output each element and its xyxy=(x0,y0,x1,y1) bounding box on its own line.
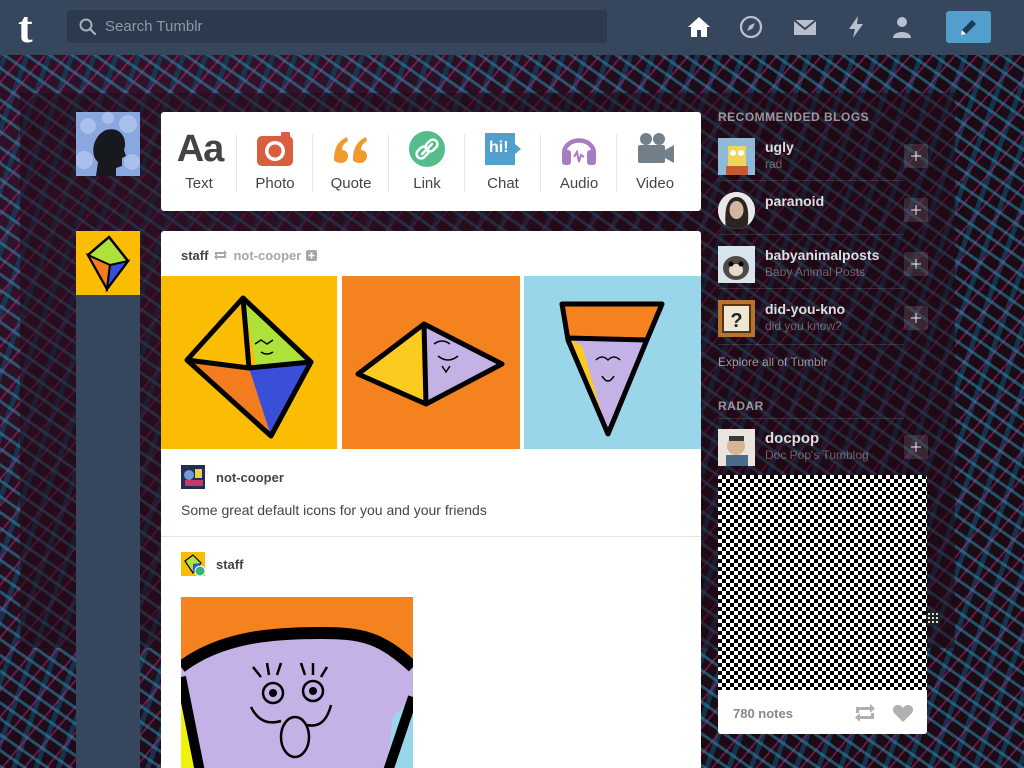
camera-icon xyxy=(257,132,293,166)
recommended-blog-item[interactable]: ? did-you-kno did you know? xyxy=(718,296,928,342)
post-text-button[interactable]: Aa Text xyxy=(161,112,237,211)
notes-count[interactable]: 780 notes xyxy=(733,706,793,721)
post-body-text: Some great default icons for you and you… xyxy=(181,502,487,518)
post-chat-button[interactable]: hi! Chat xyxy=(465,112,541,211)
staff-mini-avatar[interactable] xyxy=(181,552,205,576)
sidebar-divider xyxy=(718,418,904,419)
ugly-avatar xyxy=(718,138,755,175)
explore-icon[interactable] xyxy=(739,15,763,39)
follow-plus-icon[interactable] xyxy=(904,144,928,168)
top-navigation-bar: t xyxy=(0,0,1024,55)
sidebar-divider xyxy=(718,180,904,181)
photoset-image[interactable] xyxy=(161,276,337,449)
tumblr-logo[interactable]: t xyxy=(18,6,48,50)
sidebar-divider xyxy=(718,234,904,235)
explore-all-link[interactable]: Explore all of Tumblr xyxy=(718,355,827,369)
radar-title: RADAR xyxy=(718,399,764,413)
original-username[interactable]: staff xyxy=(216,557,243,572)
post-photo-button[interactable]: Photo xyxy=(237,112,313,211)
post-audio-button[interactable]: Audio xyxy=(541,112,617,211)
headphones-icon xyxy=(561,138,597,165)
reblog-icon xyxy=(214,250,228,260)
inbox-icon[interactable] xyxy=(793,15,817,39)
sidebar-divider xyxy=(718,344,904,345)
svg-text:?: ? xyxy=(730,310,742,332)
radar-post-card: 780 notes xyxy=(718,475,927,734)
chat-icon: hi! xyxy=(483,130,523,168)
user-avatar[interactable] xyxy=(76,112,140,176)
post-header: staff not-cooper xyxy=(181,247,318,263)
home-icon[interactable] xyxy=(687,15,711,39)
lightbox-grid-icon[interactable] xyxy=(926,611,940,625)
follow-plus-icon[interactable] xyxy=(904,252,928,276)
paranoid-avatar xyxy=(718,192,755,229)
pencil-icon xyxy=(961,20,976,35)
not-cooper-avatar[interactable] xyxy=(181,465,205,489)
search-input[interactable] xyxy=(105,10,595,43)
recommended-blogs-title: RECOMMENDED BLOGS xyxy=(718,110,870,124)
activity-icon[interactable] xyxy=(844,15,868,39)
dashboard-post: staff not-cooper not-cooper Some great d… xyxy=(161,231,701,768)
reblog-icon[interactable] xyxy=(854,703,876,723)
text-icon: Aa xyxy=(176,128,225,170)
photoset-image[interactable] xyxy=(342,276,520,449)
heart-icon[interactable] xyxy=(892,703,914,723)
reblog-username[interactable]: not-cooper xyxy=(216,470,284,485)
radar-post-image[interactable] xyxy=(718,475,927,690)
radar-blog-item[interactable]: docpop Doc Pop's Tumblog xyxy=(718,425,928,471)
follow-plus-icon[interactable] xyxy=(904,306,928,330)
post-image[interactable] xyxy=(181,597,413,768)
recommended-blog-item[interactable]: paranoid xyxy=(718,188,928,234)
recommended-blog-item[interactable]: babyanimalposts Baby Animal Posts xyxy=(718,242,928,288)
post-link-button[interactable]: Link xyxy=(389,112,465,211)
follow-plus-icon[interactable] xyxy=(904,435,928,459)
babyanimalposts-avatar xyxy=(718,246,755,283)
quote-icon xyxy=(334,137,367,163)
post-type-selector: Aa Text Photo Quote Link hi! Chat Audio … xyxy=(161,112,701,211)
photoset[interactable] xyxy=(161,276,701,449)
photoset-image[interactable] xyxy=(524,276,701,449)
link-icon xyxy=(409,131,445,167)
recommended-blog-item[interactable]: ugly rad xyxy=(718,134,928,180)
search-icon xyxy=(79,18,96,35)
original-post-user: staff xyxy=(181,552,243,576)
post-quote-button[interactable]: Quote xyxy=(313,112,389,211)
post-author[interactable]: staff xyxy=(181,248,208,263)
video-camera-icon xyxy=(638,133,674,163)
docpop-avatar xyxy=(718,429,755,466)
sidebar-divider xyxy=(718,288,904,289)
did-you-kno-avatar: ? xyxy=(718,300,755,337)
compose-button[interactable] xyxy=(946,11,991,43)
follow-plus-icon[interactable] xyxy=(904,198,928,222)
search-box[interactable] xyxy=(67,10,607,43)
reblog-trail-user: not-cooper xyxy=(181,465,284,489)
account-icon[interactable] xyxy=(890,15,914,39)
post-video-button[interactable]: Video xyxy=(617,112,693,211)
follow-plus-icon[interactable] xyxy=(306,249,318,261)
staff-avatar[interactable] xyxy=(76,231,140,295)
avatar-column xyxy=(76,231,140,768)
post-divider xyxy=(161,536,701,537)
reblogged-from-link[interactable]: not-cooper xyxy=(233,248,301,263)
